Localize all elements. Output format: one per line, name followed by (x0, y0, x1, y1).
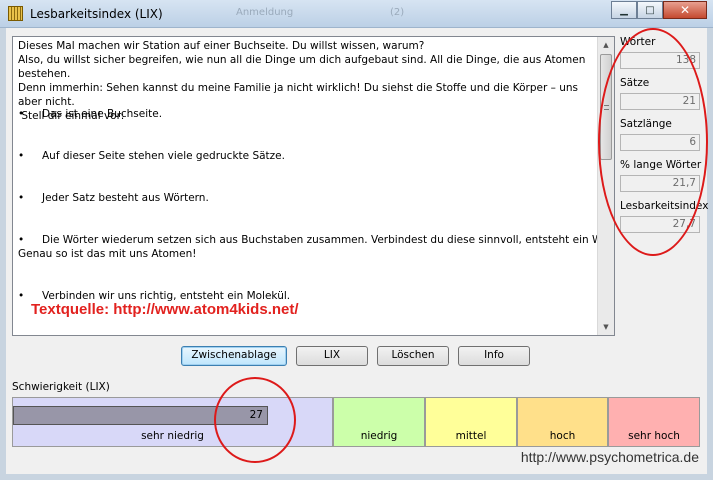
sentence-length-label: Satzlänge (620, 118, 672, 130)
text-input-area[interactable]: Dieses Mal machen wir Station auf einer … (12, 36, 615, 336)
bullet-continuation-text: Genau so ist das mit uns Atomen! (18, 248, 197, 260)
words-label: Wörter (620, 36, 656, 48)
lix-field: 27,7 (620, 216, 700, 233)
lix-progress-bar: 27 (13, 406, 268, 425)
difficulty-label: Schwierigkeit (LIX) (12, 381, 110, 393)
vertical-scrollbar[interactable]: ▲ ▼ (597, 37, 614, 335)
bullet-dot: • (18, 192, 25, 204)
band-label: sehr niedrig (141, 430, 204, 442)
sentences-field: 21 (620, 93, 700, 110)
lix-label: Lesbarkeitsindex (620, 200, 709, 212)
bullet-continuation: Genau so ist das mit uns Atomen! (18, 247, 196, 261)
bullet-text: Jeder Satz besteht aus Wörtern. (42, 192, 209, 204)
app-icon (8, 6, 23, 21)
bullet-dot: • (18, 290, 25, 302)
background-window-text: Anmeldung (236, 7, 294, 18)
website-link[interactable]: http://www.psychometrica.de (521, 449, 699, 465)
bullet-text: Das ist eine Buchseite. (42, 108, 163, 120)
lix-button[interactable]: LIX (296, 346, 368, 366)
background-window-text-2: (2) (390, 7, 405, 18)
scroll-thumb[interactable] (600, 54, 612, 160)
bullet-text: Die Wörter wiederum setzen sich aus Buch… (42, 234, 615, 246)
maximize-button[interactable]: □ (637, 1, 663, 19)
bullet-dot: • (18, 108, 25, 120)
window-title: Lesbarkeitsindex (LIX) (30, 7, 163, 21)
band-very-high: sehr hoch (608, 397, 700, 447)
sentence-length-field: 6 (620, 134, 700, 151)
band-high: hoch (517, 397, 608, 447)
title-bar: Lesbarkeitsindex (LIX) Anmeldung (2) ▁ □… (0, 0, 713, 28)
bullet-dot: • (18, 234, 25, 246)
clipboard-button[interactable]: Zwischenablage (181, 346, 287, 366)
bullet-text: Auf dieser Seite stehen viele gedruckte … (42, 150, 285, 162)
band-medium: mittel (425, 397, 517, 447)
scroll-down-icon[interactable]: ▼ (598, 319, 614, 335)
progress-value: 27 (249, 409, 263, 421)
grip-icon (604, 105, 609, 110)
long-words-field: 21,7 (620, 175, 700, 192)
band-label: mittel (455, 430, 487, 442)
close-button[interactable]: ✕ (663, 1, 707, 19)
window-controls: ▁ □ ✕ (611, 1, 707, 19)
source-watermark: Textquelle: http://www.atom4kids.net/ (31, 301, 299, 318)
sentences-label: Sätze (620, 77, 650, 89)
band-label: hoch (549, 430, 576, 442)
band-label: niedrig (360, 430, 398, 442)
minimize-button[interactable]: ▁ (611, 1, 637, 19)
band-label: sehr hoch (628, 430, 680, 442)
info-button[interactable]: Info (458, 346, 530, 366)
words-field: 138 (620, 52, 700, 69)
bullet-dot: • (18, 150, 25, 162)
window-client: Dieses Mal machen wir Station auf einer … (6, 28, 709, 474)
clear-button[interactable]: Löschen (377, 346, 449, 366)
long-words-label: % lange Wörter (620, 159, 702, 171)
scroll-up-icon[interactable]: ▲ (598, 37, 614, 53)
band-low: niedrig (333, 397, 425, 447)
